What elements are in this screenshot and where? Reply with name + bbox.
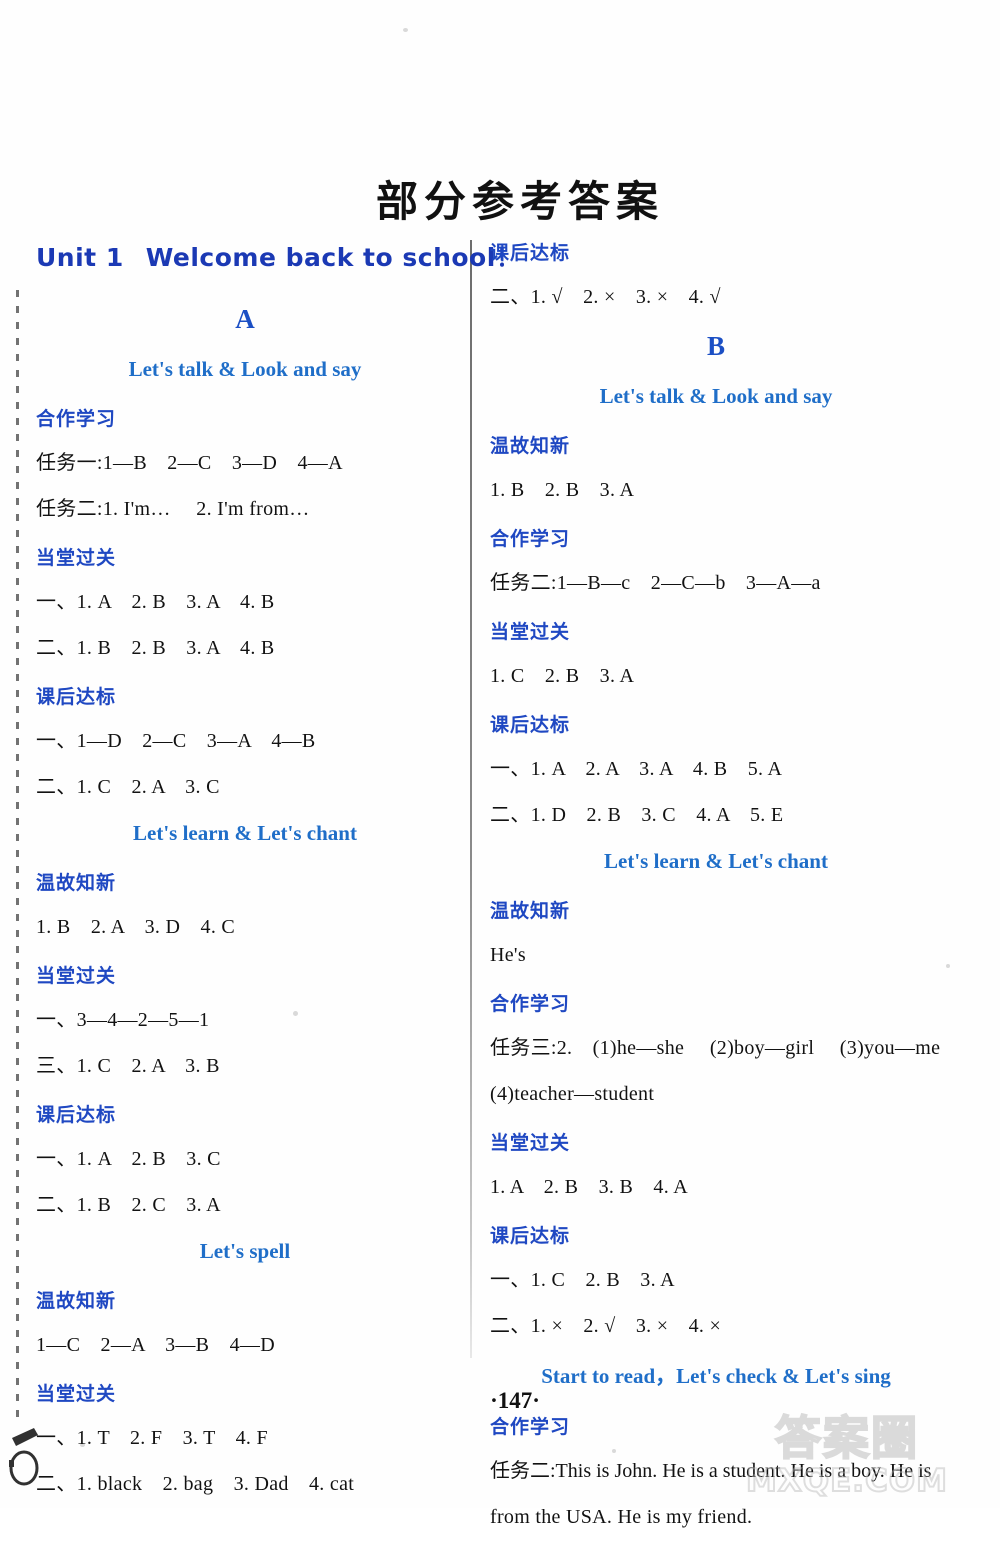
- answer-line: 任务二:1—B—c 2—C—b 3—A—a: [490, 572, 821, 594]
- answer-line: 1. A 2. B 3. B 4. A: [490, 1176, 688, 1198]
- answer-line: 三、1. C 2. A 3. B: [36, 1055, 220, 1077]
- answer-line: 1. B 2. B 3. A: [490, 479, 635, 501]
- section-heading: 课后达标: [490, 714, 571, 736]
- lesson-heading: Let's spell: [199, 1239, 291, 1263]
- answer-line: 二、1. √ 2. × 3. × 4. √: [490, 286, 721, 308]
- right-column: 课后达标 二、1. √ 2. × 3. × 4. √ B Let's talk & L…: [490, 238, 942, 1551]
- answer-line: 二、1. D 2. B 3. C 4. A 5. E: [490, 804, 784, 826]
- section-heading: 温故知新: [490, 900, 571, 922]
- lesson-heading: Let's talk & Look and say: [599, 384, 833, 408]
- unit-number: Unit 1: [36, 243, 124, 272]
- answer-line: 一、1. A 2. B 3. A 4. B: [36, 591, 275, 613]
- answer-line: 二、1. black 2. bag 3. Dad 4. cat: [36, 1473, 355, 1495]
- section-heading: 当堂过关: [490, 621, 571, 643]
- section-heading: 课后达标: [490, 242, 571, 264]
- part-letter-a: A: [235, 304, 255, 334]
- section-heading: 当堂过关: [490, 1132, 571, 1154]
- answer-line: 二、1. C 2. A 3. C: [36, 776, 220, 798]
- answer-line: 一、1. T 2. F 3. T 4. F: [36, 1427, 268, 1449]
- answer-line: 一、1. C 2. B 3. A: [490, 1269, 675, 1291]
- unit-name: Welcome back to school: [145, 243, 496, 272]
- section-heading: 课后达标: [36, 1104, 117, 1126]
- left-column: Unit 1 Welcome back to school！ A Let's ta…: [36, 238, 521, 1518]
- section-heading: 合作学习: [490, 1416, 571, 1438]
- answer-line: (4)teacher—student: [490, 1083, 655, 1105]
- section-heading: 合作学习: [36, 408, 117, 430]
- section-heading: 课后达标: [36, 686, 117, 708]
- answer-key-page: 部分参考答案 Unit 1 Welcome back to school！ A L…: [0, 0, 1000, 1528]
- answer-line: 一、3—4—2—5—1: [36, 1009, 210, 1031]
- page-title: 部分参考答案: [375, 177, 664, 227]
- answer-line: from the USA. He is my friend.: [490, 1506, 753, 1528]
- answer-line: 1. C 2. B 3. A: [490, 665, 635, 687]
- section-heading: 合作学习: [490, 993, 571, 1015]
- section-heading: 温故知新: [490, 435, 571, 457]
- answer-line: 一、1—D 2—C 3—A 4—B: [36, 730, 316, 752]
- answer-line: 1—C 2—A 3—B 4—D: [36, 1334, 275, 1356]
- section-heading: 当堂过关: [36, 547, 117, 569]
- page-number: ·147·: [490, 1388, 540, 1413]
- answer-line: 1. B 2. A 3. D 4. C: [36, 916, 236, 938]
- answer-line: 任务二:This is John. He is a student. He is…: [490, 1460, 932, 1482]
- lesson-heading: Let's learn & Let's chant: [133, 821, 357, 845]
- answer-line: 二、1. B 2. C 3. A: [36, 1194, 221, 1216]
- unit-heading: Unit 1 Welcome back to school！: [36, 238, 521, 274]
- left-column-blocks: Let's talk & Look and say 合作学习任务一:1—B 2—C…: [36, 357, 454, 1497]
- right-column-blocks: 课后达标 二、1. √ 2. × 3. × 4. √ B Let's talk & L…: [490, 238, 942, 1530]
- section-heading: 温故知新: [36, 872, 117, 894]
- answer-line: 一、1. A 2. B 3. C: [36, 1148, 221, 1170]
- scan-speck: [403, 28, 408, 32]
- section-heading: 合作学习: [490, 528, 571, 550]
- answer-line: 二、1. × 2. √ 3. × 4. ×: [490, 1315, 722, 1337]
- column-divider: [470, 240, 472, 1358]
- part-letter-b: B: [706, 331, 725, 361]
- answer-line: He's: [490, 944, 526, 966]
- lesson-heading: Let's learn & Let's chant: [604, 849, 828, 873]
- section-heading: 当堂过关: [36, 965, 117, 987]
- lesson-heading: Let's talk & Look and say: [128, 357, 362, 381]
- answer-line: 一、1. A 2. A 3. A 4. B 5. A: [490, 758, 783, 780]
- answer-line: 任务一:1—B 2—C 3—D 4—A: [36, 452, 343, 474]
- section-heading: 温故知新: [36, 1290, 117, 1312]
- lesson-heading: Start to read，Let's check & Let's sing: [541, 1364, 891, 1388]
- section-heading: 课后达标: [490, 1225, 571, 1247]
- answer-line: 任务二:1. I'm… 2. I'm from…: [36, 498, 310, 520]
- answer-line: 任务三:2. (1)he—she (2)boy—girl (3)you—me: [490, 1037, 941, 1059]
- two-column-body: Unit 1 Welcome back to school！ A Let's ta…: [0, 238, 1000, 1528]
- answer-line: 二、1. B 2. B 3. A 4. B: [36, 637, 275, 659]
